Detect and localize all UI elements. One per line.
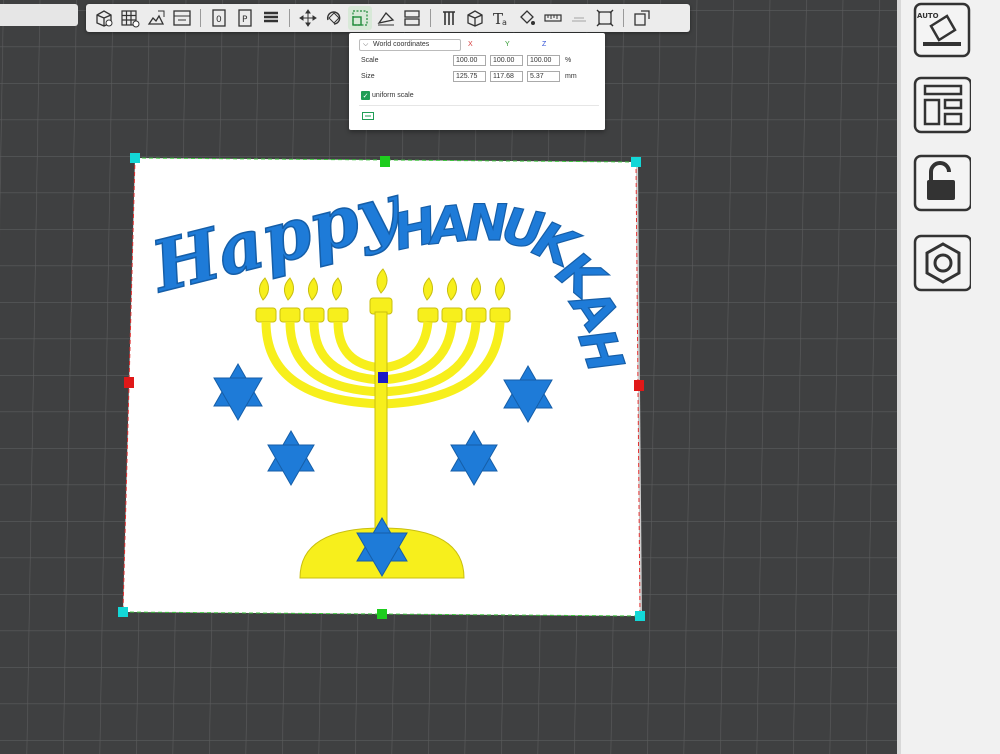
page-0-icon: 0: [212, 9, 226, 27]
split-icon: [404, 10, 420, 26]
coordinate-system-value: World coordinates: [373, 41, 430, 48]
panel-divider: [359, 105, 599, 106]
handle-top-left[interactable]: [130, 153, 140, 163]
scale-x-input[interactable]: 100.00: [453, 55, 486, 66]
cut-button[interactable]: [374, 6, 398, 30]
cube-button[interactable]: [463, 6, 487, 30]
toolbar-separator: [623, 9, 624, 27]
emboss-icon: [634, 10, 650, 26]
page-p-button[interactable]: P: [233, 6, 257, 30]
assembly-button[interactable]: [567, 6, 591, 30]
lock-icon: [913, 154, 971, 212]
main-toolbar: 0 P Ta: [86, 4, 690, 32]
split-button[interactable]: [400, 6, 424, 30]
arrange-layout-icon: [913, 76, 971, 134]
measure-icon: [544, 14, 562, 22]
fit-button[interactable]: [593, 6, 617, 30]
handle-bottom-right[interactable]: [635, 611, 645, 621]
move-icon: [299, 9, 317, 27]
toolbar-separator: [430, 9, 431, 27]
image-import-icon: [147, 10, 165, 25]
coordinate-system-select[interactable]: ⌵ World coordinates: [359, 39, 461, 51]
add-cube-button[interactable]: [92, 6, 116, 30]
arrange-layout-button[interactable]: [909, 74, 971, 136]
scale-button[interactable]: [348, 6, 372, 30]
size-row-label: Size: [361, 73, 375, 80]
cut-icon: [377, 11, 395, 26]
paint-button[interactable]: [515, 6, 539, 30]
rotate-icon: [326, 11, 341, 25]
axis-x-header: X: [468, 41, 473, 48]
paint-icon: [520, 10, 535, 25]
add-cube-icon: [96, 10, 113, 27]
svg-text:0: 0: [216, 15, 222, 25]
size-unit: mm: [565, 73, 577, 80]
size-y-input[interactable]: 117.68: [490, 71, 523, 82]
chevron-down-icon: ⌵: [363, 41, 369, 48]
text-icon: Ta: [493, 10, 507, 28]
stack-icon: [264, 11, 278, 23]
size-x-input[interactable]: 125.75: [453, 71, 486, 82]
text-button[interactable]: Ta: [489, 6, 513, 30]
scale-z-input[interactable]: 100.00: [527, 55, 560, 66]
scale-unit: %: [565, 57, 572, 64]
cube-icon: [467, 10, 483, 27]
scale-panel: ⌵ World coordinates X Y Z Scale 100.00 1…: [349, 33, 605, 130]
fit-icon: [596, 9, 614, 27]
image-import-button[interactable]: [144, 6, 168, 30]
page-p-icon: P: [238, 9, 252, 27]
scale-y-input[interactable]: 100.00: [490, 55, 523, 66]
rotate-button[interactable]: [322, 6, 346, 30]
scale-row-label: Scale: [361, 57, 379, 64]
support-icon: [443, 11, 455, 25]
move-button[interactable]: [296, 6, 320, 30]
layout-icon: [173, 10, 191, 26]
layout-button[interactable]: [170, 6, 194, 30]
handle-center[interactable]: [378, 372, 388, 383]
page-0-button[interactable]: 0: [207, 6, 231, 30]
uniform-scale-row: ✓ uniform scale: [361, 91, 414, 100]
svg-text:P: P: [242, 15, 248, 25]
measure-button[interactable]: [541, 6, 565, 30]
size-z-input[interactable]: 5.37: [527, 71, 560, 82]
svg-text:a: a: [502, 18, 507, 27]
auto-orient-icon: AUTO: [913, 2, 971, 58]
uniform-scale-label: uniform scale: [372, 92, 414, 99]
assembly-icon: [572, 17, 586, 22]
handle-top-right[interactable]: [631, 157, 641, 167]
lock-button[interactable]: [909, 152, 971, 214]
handle-bottom-left[interactable]: [118, 607, 128, 617]
grid-button[interactable]: [118, 6, 142, 30]
svg-text:AUTO: AUTO: [917, 12, 939, 20]
stack-button[interactable]: [259, 6, 283, 30]
axis-z-header: Z: [542, 41, 547, 48]
left-panel-stub[interactable]: [0, 4, 78, 26]
nut-settings-button[interactable]: [909, 232, 971, 294]
reset-scale-icon[interactable]: [362, 112, 374, 120]
support-button[interactable]: [437, 6, 461, 30]
axis-y-header: Y: [505, 41, 510, 48]
handle-top-mid[interactable]: [380, 156, 390, 167]
handle-right-mid[interactable]: [634, 380, 644, 391]
nut-settings-icon: [913, 234, 971, 292]
emboss-button[interactable]: [630, 6, 654, 30]
toolbar-separator: [289, 9, 290, 27]
toolbar-separator: [200, 9, 201, 27]
handle-left-mid[interactable]: [124, 377, 134, 388]
grid-icon: [121, 10, 140, 28]
handle-bottom-mid[interactable]: [377, 609, 387, 619]
uniform-scale-checkbox[interactable]: ✓: [361, 91, 370, 100]
scale-icon: [352, 10, 368, 26]
auto-orient-button[interactable]: AUTO: [909, 0, 971, 62]
right-side-panel: AUTO: [901, 0, 1000, 754]
